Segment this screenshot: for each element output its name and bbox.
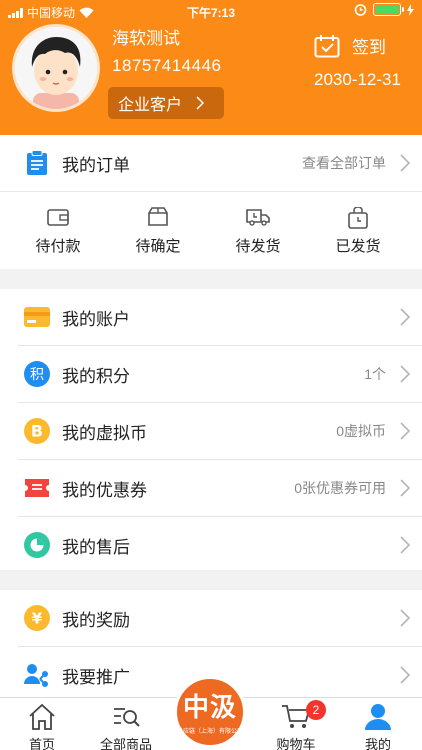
home-icon <box>27 703 57 736</box>
menu-label: 我要推广 <box>62 667 130 687</box>
clipboard-icon <box>23 149 51 177</box>
tab-mine[interactable]: 我的 <box>358 698 398 750</box>
tab-label: 全部商品 <box>99 737 152 750</box>
share-users-icon <box>23 661 51 689</box>
menu-row-coupons[interactable]: 我的优惠券 0张优惠券可用 <box>0 460 422 516</box>
status-bar: 中国移动 下午7:13 <box>0 0 422 22</box>
search-list-icon <box>111 703 141 736</box>
chevron-right-icon <box>400 666 410 684</box>
customer-type-label: 企业客户 <box>118 97 183 114</box>
cart-badge: 2 <box>306 700 326 720</box>
order-status-label: 待确定 <box>135 238 181 255</box>
chevron-right-icon <box>196 96 205 110</box>
tab-home[interactable]: 首页 <box>22 698 62 750</box>
order-status-label: 待发货 <box>235 238 281 255</box>
svg-text:B: B <box>31 422 43 441</box>
chevron-right-icon <box>400 365 410 383</box>
logo-text: 中汲 <box>182 692 237 722</box>
shipped-bag-icon <box>308 207 408 229</box>
charging-icon <box>407 3 414 16</box>
account-menu-section: 我的账户 积 我的积分 1个 B 我的虚拟币 0虚拟币 我的优惠券 0张优惠券可… <box>0 289 422 570</box>
alarm-icon <box>354 4 367 16</box>
chevron-right-icon <box>400 609 410 627</box>
truck-icon <box>208 207 308 227</box>
tab-label: 我的 <box>364 737 391 750</box>
menu-row-rewards[interactable]: ¥ 我的奖励 <box>0 590 422 646</box>
calendar-check-icon <box>314 34 340 57</box>
user-phone: 18757414446 <box>112 56 222 75</box>
svg-text:积: 积 <box>30 367 44 383</box>
tab-all-products[interactable]: 全部商品 <box>96 698 156 750</box>
menu-label: 我的奖励 <box>62 610 130 630</box>
chevron-right-icon <box>400 308 410 326</box>
menu-label: 我的优惠券 <box>62 480 147 500</box>
menu-label: 我的账户 <box>62 309 130 329</box>
menu-value: 1个 <box>364 366 386 382</box>
view-all-orders-link[interactable]: 查看全部订单 <box>302 153 386 173</box>
profile-header: 中国移动 下午7:13 海软测试 18757414446 企业客户 签到 203… <box>0 0 422 135</box>
chevron-right-icon <box>400 422 410 440</box>
menu-label: 我的虚拟币 <box>62 423 147 443</box>
chevron-right-icon <box>400 154 410 172</box>
wallet-icon <box>8 207 108 227</box>
battery-icon <box>373 3 404 16</box>
coin-b-icon: B <box>23 417 51 445</box>
chevron-right-icon <box>400 479 410 497</box>
cartoon-boy-avatar-icon <box>15 27 97 109</box>
svg-text:¥: ¥ <box>32 610 43 628</box>
logo-subtext: 供应链（上海）有限公司 <box>177 729 244 735</box>
card-icon <box>23 303 51 331</box>
chevron-right-icon <box>400 536 410 554</box>
user-icon <box>363 703 393 736</box>
order-status-pending-confirm[interactable]: 待确定 <box>108 191 208 269</box>
my-orders-row[interactable]: 我的订单 查看全部订单 <box>0 135 422 191</box>
menu-label: 我的售后 <box>62 537 130 557</box>
box-icon <box>108 207 208 227</box>
menu-value: 0虚拟币 <box>336 423 386 439</box>
order-status-shipped[interactable]: 已发货 <box>308 191 408 269</box>
order-status-pending-ship[interactable]: 待发货 <box>208 191 308 269</box>
menu-label: 我的积分 <box>62 366 130 386</box>
checkin-label: 签到 <box>352 38 386 57</box>
avatar[interactable] <box>12 24 100 112</box>
menu-row-account[interactable]: 我的账户 <box>0 289 422 345</box>
checkin-date: 2030-12-31 <box>314 70 401 89</box>
user-name: 海软测试 <box>112 29 180 48</box>
checkin-button[interactable]: 签到 <box>314 33 386 58</box>
tab-label: 购物车 <box>276 737 316 750</box>
order-status-bar: 待付款 待确定 待发货 已发货 <box>8 191 408 269</box>
customer-type-button[interactable]: 企业客户 <box>108 87 224 119</box>
menu-row-virtual-coin[interactable]: B 我的虚拟币 0虚拟币 <box>0 403 422 459</box>
brand-logo-button[interactable]: 中汲 供应链（上海）有限公司 <box>174 676 246 748</box>
order-status-label: 已发货 <box>335 238 381 255</box>
menu-value: 0张优惠券可用 <box>294 480 386 496</box>
after-sales-icon <box>23 531 51 559</box>
my-orders-label: 我的订单 <box>62 155 130 175</box>
points-icon: 积 <box>23 360 51 388</box>
orders-section: 我的订单 查看全部订单 待付款 待确定 待发货 已发货 <box>0 135 422 269</box>
menu-row-after-sales[interactable]: 我的售后 <box>0 517 422 573</box>
tab-label: 首页 <box>28 737 55 750</box>
order-status-label: 待付款 <box>35 238 81 255</box>
menu-row-points[interactable]: 积 我的积分 1个 <box>0 346 422 402</box>
coupon-icon <box>23 474 51 502</box>
order-status-pending-payment[interactable]: 待付款 <box>8 191 108 269</box>
yen-reward-icon: ¥ <box>23 604 51 632</box>
